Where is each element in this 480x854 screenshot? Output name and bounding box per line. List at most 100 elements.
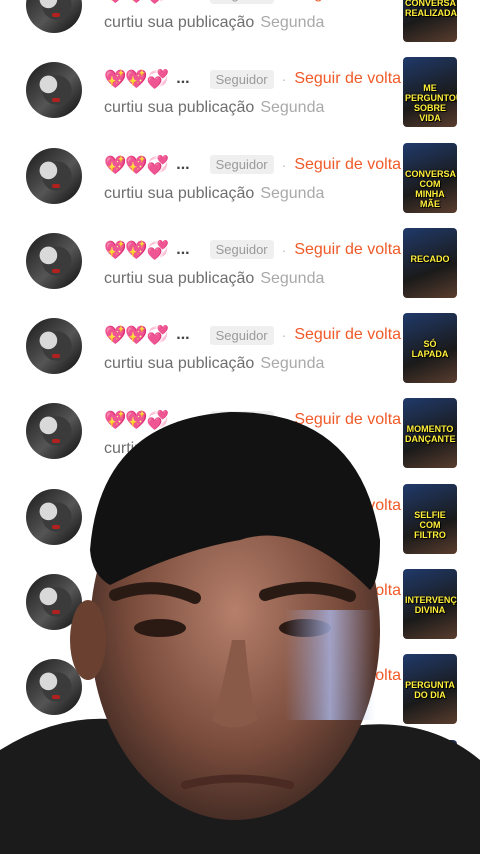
username-hearts[interactable]: 💖💖💞 [104, 410, 169, 430]
notification-text: curtiu sua publicação Segunda [104, 99, 324, 117]
follower-badge: Seguidor [209, 240, 274, 260]
action-text: curtiu sua publicação [104, 184, 255, 202]
user-avatar[interactable] [26, 403, 82, 460]
follow-back-button[interactable]: Seguir de volta [294, 241, 401, 259]
user-avatar[interactable] [26, 0, 82, 33]
action-text: curtiu sua publicação [104, 525, 255, 543]
notification-text: curtiu sua publicação Segunda [104, 270, 324, 288]
separator-dot: · [282, 0, 287, 2]
notification-row[interactable]: 💖💖💞... Seguidor · Seguir de volta curtiu sua… [0, 472, 480, 557]
username-hearts[interactable]: 💖💖💞 [104, 240, 169, 260]
user-avatar[interactable] [26, 147, 82, 204]
post-thumbnail[interactable]: CONVERSA REALIZADA [403, 0, 457, 42]
notification-text: curtiu sua publicação Segunda [104, 14, 324, 32]
username-ellipsis: ... [176, 667, 190, 685]
follower-badge: Seguidor [209, 496, 274, 516]
notification-row[interactable]: 💖💖💞... Seguidor · Seguir de volta curtiu sua… [0, 216, 480, 301]
timestamp: Segunda [260, 184, 325, 202]
username-ellipsis: ... [176, 752, 190, 770]
username-hearts[interactable]: 💖💖💞 [104, 666, 169, 686]
follow-back-button[interactable]: Seguir de volta [294, 326, 401, 344]
notification-header: 💖💖💞... Seguidor · Seguir de volta [104, 153, 401, 177]
follow-back-button[interactable]: Seguir de volta [294, 0, 401, 3]
post-thumbnail[interactable]: CONVERSA COM MINHA MÃE [403, 142, 457, 213]
follower-badge: Seguidor [209, 752, 274, 772]
notification-row[interactable]: 💖💖💞... Seguidor · Seguir de volta curtiu sua… [0, 0, 480, 45]
username-ellipsis: ... [176, 70, 190, 88]
notification-row[interactable]: 💖💖💞... Seguidor · Seguir de volta curtiu sua… [0, 642, 480, 727]
timestamp: Segunda [260, 269, 325, 287]
follower-badge: Seguidor [209, 0, 274, 4]
username-hearts[interactable]: 💖💖💞 [104, 752, 169, 772]
username-hearts[interactable]: 💖💖💞 [104, 325, 169, 345]
action-text: curtiu sua publicação [104, 696, 255, 714]
follow-back-button[interactable]: Seguir de volta [294, 411, 401, 429]
user-avatar[interactable] [26, 232, 82, 289]
thumbnail-caption: SELFIE COM FILTRO [414, 509, 446, 540]
username-hearts[interactable]: 💖💖💞 [104, 581, 169, 601]
post-thumbnail[interactable]: ME PERGUNTOU SOBRE VIDA [403, 57, 457, 128]
follower-badge: Seguidor [209, 410, 274, 430]
user-avatar[interactable] [26, 318, 82, 375]
notification-text: curtiu sua publicação Segunda [104, 782, 324, 800]
notification-header: 💖💖💞... Seguidor · Seguir de volta [104, 67, 401, 91]
action-text: curtiu sua publicação [104, 269, 255, 287]
post-thumbnail[interactable]: MOMENTO DANÇANTE [403, 398, 457, 469]
username-ellipsis: ... [176, 155, 190, 173]
username-hearts[interactable]: 💖💖💞 [104, 155, 169, 175]
post-thumbnail[interactable]: SÓ LAPADA [403, 313, 457, 384]
notification-row[interactable]: 💖💖💞... Seguidor · Seguir de volta curtiu sua… [0, 557, 480, 642]
notification-header: 💖💖💞... Seguidor · Seguir de volta [104, 664, 401, 688]
follow-back-button[interactable]: Seguir de volta [294, 156, 401, 174]
action-text: curtiu sua publicação [104, 99, 255, 117]
separator-dot: · [281, 156, 287, 173]
action-text: curtiu sua publicação [104, 355, 255, 373]
user-avatar[interactable] [26, 488, 82, 545]
timestamp: Segunda [260, 440, 325, 458]
notification-row[interactable]: 💖💖💞... Seguidor · Seguir de volta curtiu sua… [0, 131, 480, 216]
username-ellipsis: ... [176, 326, 190, 344]
user-avatar[interactable] [26, 62, 82, 119]
timestamp: Segunda [260, 781, 325, 799]
user-avatar[interactable] [26, 574, 82, 631]
notification-text: curtiu sua publicação Segunda [104, 526, 324, 544]
timestamp: Segunda [260, 355, 325, 373]
notification-row[interactable]: 💖💖💞... Seguidor · Seguir de volta curtiu sua… [0, 45, 480, 130]
user-avatar[interactable] [26, 659, 82, 716]
username-hearts[interactable]: 💖💖💞 [104, 496, 169, 516]
user-avatar[interactable] [26, 744, 82, 801]
notification-row[interactable]: 💖💖💞... Seguidor · Seguir de volta curtiu sua… [0, 728, 480, 813]
action-text: curtiu sua publicação [104, 14, 255, 31]
action-text: curtiu sua publicação [104, 781, 255, 799]
follower-badge: Seguidor [209, 325, 274, 345]
username-ellipsis: ... [176, 582, 190, 600]
follow-back-button[interactable]: Seguir de volta [294, 582, 401, 600]
thumbnail-caption: ME PERGUNTOU SOBRE VIDA [405, 83, 457, 124]
separator-dot: · [281, 497, 287, 514]
follow-back-button[interactable]: Seguir de volta [294, 70, 401, 88]
post-thumbnail[interactable]: INTERVENÇÃO DIVINA [403, 569, 457, 640]
timestamp: Segunda [260, 611, 325, 629]
post-thumbnail[interactable]: NÃO ADIANTO VER [403, 739, 457, 810]
notification-header: 💖💖💞... Seguidor · Seguir de volta [104, 408, 401, 432]
post-thumbnail[interactable]: SELFIE COM FILTRO [403, 483, 457, 554]
notification-row[interactable]: 💖💖💞... Seguidor · Seguir de volta curtiu sua… [0, 386, 480, 471]
post-thumbnail[interactable]: PERGUNTA DO DIA [403, 654, 457, 725]
follow-back-button[interactable]: Seguir de volta [294, 667, 401, 685]
follow-back-button[interactable]: Seguir de volta [294, 497, 401, 515]
action-text: curtiu sua publicação [104, 440, 255, 458]
thumbnail-caption: PERGUNTA DO DIA [405, 680, 455, 701]
notification-text: curtiu sua publicação Segunda [104, 440, 324, 458]
separator-dot: · [281, 327, 287, 344]
follow-back-button[interactable]: Seguir de volta [294, 753, 401, 771]
timestamp: Segunda [260, 99, 325, 117]
username-hearts[interactable]: 💖💖💞 [104, 0, 169, 4]
post-thumbnail[interactable]: RECADO [403, 227, 457, 298]
notification-text: curtiu sua publicação Segunda [104, 696, 324, 714]
separator-dot: · [281, 412, 287, 429]
username-hearts[interactable]: 💖💖💞 [104, 69, 169, 89]
notification-header: 💖💖💞... Seguidor · Seguir de volta [104, 238, 401, 262]
notification-row[interactable]: 💖💖💞... Seguidor · Seguir de volta curtiu sua… [0, 301, 480, 386]
separator-dot: · [281, 753, 287, 770]
follower-badge: Seguidor [209, 666, 274, 686]
